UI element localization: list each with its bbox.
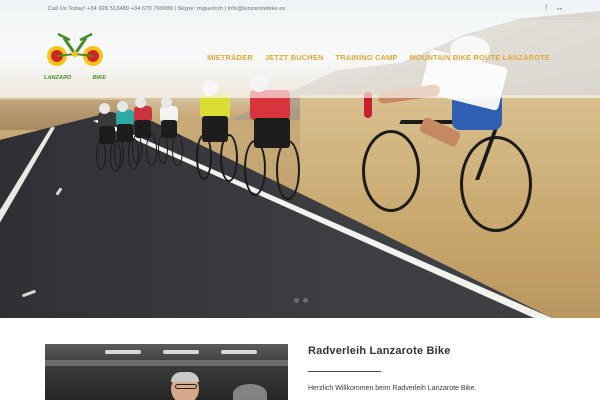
slider-dot-active[interactable] (285, 298, 290, 303)
slider-dot[interactable] (303, 298, 308, 303)
nav-item-jetzt-buchen[interactable]: JETZT BUCHEN (265, 53, 324, 62)
page: Call Us Today! +34 928 513489 +34 670 79… (0, 0, 600, 400)
top-contact-bar: Call Us Today! +34 928 513489 +34 670 79… (0, 0, 600, 20)
intro-text: Herzlich Willkommen beim Radverleih Lanz… (308, 385, 477, 392)
title-divider (308, 371, 381, 372)
bike-logo-icon (47, 32, 103, 66)
logo-text: LANZARO BIKE (44, 75, 106, 81)
flickr-icon[interactable]: ●● (557, 5, 562, 13)
section-title: Radverleih Lanzarote Bike (308, 345, 451, 357)
logo-text-right: BIKE (92, 75, 106, 81)
main-navigation: MIETRÄDER JETZT BUCHEN TRAINING CAMP MOU… (207, 53, 550, 62)
content-photo (45, 344, 288, 400)
contact-info: Call Us Today! +34 928 513489 +34 670 79… (48, 6, 286, 12)
slider-pagination (285, 298, 308, 303)
nav-item-mietraeder[interactable]: MIETRÄDER (207, 53, 253, 62)
site-logo[interactable] (44, 18, 106, 80)
social-links: f ●● (545, 5, 562, 13)
facebook-icon[interactable]: f (545, 5, 547, 13)
nav-item-training-camp[interactable]: TRAINING CAMP (336, 53, 398, 62)
logo-text-left: LANZARO (44, 75, 72, 81)
slider-dot[interactable] (294, 298, 299, 303)
nav-item-mountain-bike-route[interactable]: MOUNTAIN BIKE ROUTE LANZAROTE (410, 53, 550, 62)
